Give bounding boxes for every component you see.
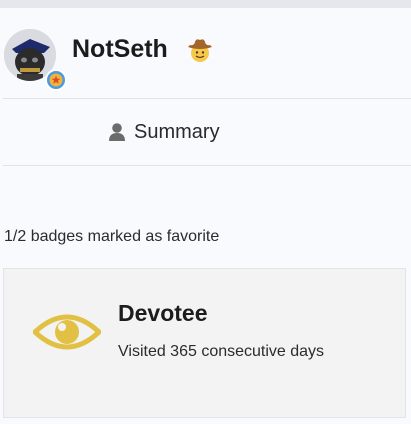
- cowboy-hat-face-icon: [188, 39, 212, 62]
- header-divider: [3, 98, 411, 99]
- favorite-badges-count: 1/2 badges marked as favorite: [4, 228, 220, 245]
- tab-summary-label: Summary: [134, 120, 220, 143]
- badge-card[interactable]: Devotee Visited 365 consecutive days: [3, 268, 406, 418]
- badge-description: Visited 365 consecutive days: [118, 343, 325, 360]
- tabs-divider: [3, 165, 411, 166]
- star-rank-icon: [45, 69, 67, 91]
- user-icon: [109, 123, 125, 141]
- profile-header: NotSeth: [0, 8, 411, 98]
- tab-summary[interactable]: Summary: [108, 117, 220, 147]
- badge-name: Devotee: [118, 300, 208, 326]
- top-strip: [0, 0, 411, 8]
- username: NotSeth: [72, 35, 168, 63]
- eye-icon: [33, 314, 101, 350]
